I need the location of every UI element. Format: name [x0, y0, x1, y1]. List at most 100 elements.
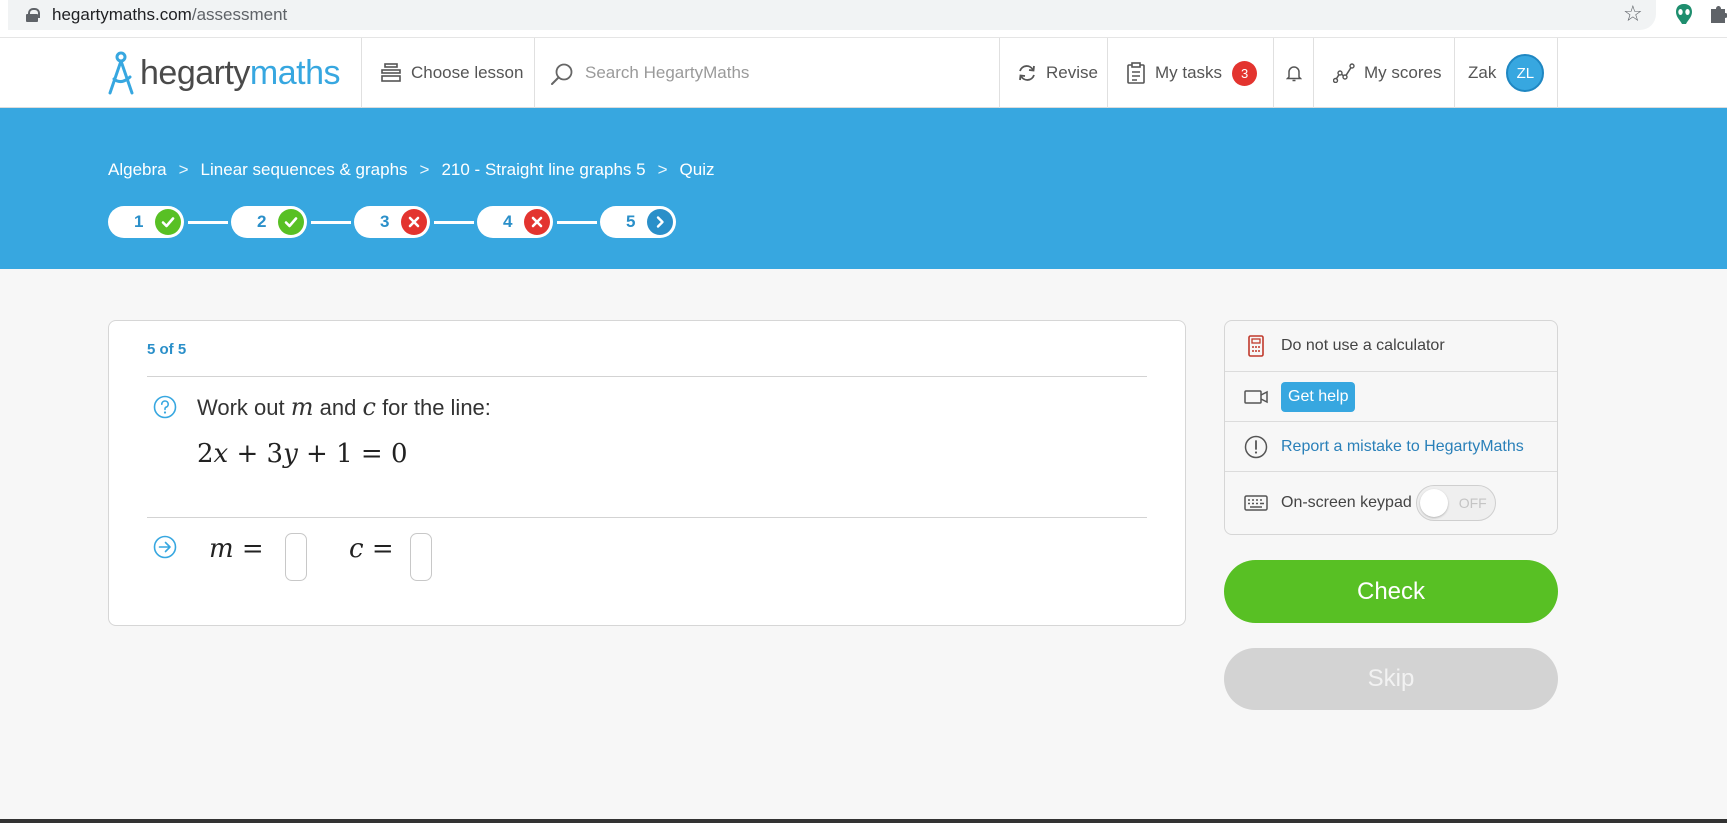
breadcrumb-separator: > [178, 160, 189, 179]
tasks-count-badge: 3 [1232, 60, 1258, 86]
nav-divider [1273, 38, 1274, 108]
video-camera-icon [1243, 389, 1269, 405]
breadcrumb: Algebra > Linear sequences & graphs > 21… [108, 160, 715, 180]
calculator-icon [1243, 335, 1269, 357]
extension-alien-icon[interactable] [1674, 3, 1694, 25]
breadcrumb-linear-sequences[interactable]: Linear sequences & graphs [201, 160, 408, 180]
answer-m-label: m = [209, 534, 264, 564]
bookmark-star-icon[interactable]: ☆ [1623, 1, 1643, 27]
skip-button[interactable]: Skip [1224, 648, 1558, 710]
scores-graph-icon [1333, 63, 1355, 83]
choose-lesson-button[interactable]: Choose lesson [380, 38, 523, 108]
answer-c-label: c = [349, 534, 394, 564]
hegartymaths-logo[interactable]: hegartymaths [106, 50, 341, 96]
line-equation: 2x + 3y + 1 = 0 [197, 439, 408, 469]
step-1[interactable]: 1 [108, 206, 184, 238]
nav-divider [999, 38, 1000, 108]
compass-logo-icon [108, 51, 134, 95]
get-help-button[interactable]: Get help [1281, 381, 1356, 412]
answer-m-input[interactable] [285, 533, 307, 581]
step-connector [434, 221, 474, 224]
step-4[interactable]: 4 [477, 206, 553, 238]
step-number: 5 [626, 212, 636, 231]
step-connector [188, 221, 228, 224]
window-bottom-edge [0, 819, 1727, 823]
notifications-button[interactable] [1286, 38, 1311, 108]
calculator-notice-text: Do not use a calculator [1281, 337, 1445, 354]
step-number: 1 [134, 212, 144, 231]
keypad-toggle[interactable]: OFF [1415, 485, 1496, 521]
quiz-banner: Algebra > Linear sequences & graphs > 21… [0, 108, 1727, 269]
refresh-icon [1019, 65, 1035, 81]
question-card: 5 of 5 Work out m and c for the line: 2x… [108, 320, 1186, 626]
step-3[interactable]: 3 [354, 206, 430, 238]
check-icon [155, 209, 181, 235]
url-host: hegartymaths.com [52, 5, 192, 24]
breadcrumb-separator: > [657, 160, 668, 179]
cross-icon [524, 209, 550, 235]
step-connector [557, 221, 597, 224]
avatar: ZL [1506, 54, 1545, 92]
question-progress: 5 of 5 [147, 341, 187, 358]
report-mistake-link[interactable]: Report a mistake to HegartyMaths [1281, 438, 1524, 456]
step-number: 3 [380, 212, 390, 231]
help-panel: Do not use a calculator Get help Report … [1224, 320, 1558, 535]
nav-divider [1107, 38, 1108, 108]
site-header: hegartymaths Choose lesson Revise My tas… [0, 38, 1727, 108]
my-tasks-button[interactable]: My tasks 3 [1126, 38, 1258, 108]
chevron-right-icon [647, 209, 673, 235]
check-icon [278, 209, 304, 235]
user-menu-button[interactable]: Zak ZL [1468, 38, 1545, 108]
search-input[interactable] [585, 58, 985, 88]
step-number: 2 [257, 212, 267, 231]
report-mistake-row: Report a mistake to HegartyMaths [1225, 421, 1557, 471]
nav-divider [1313, 38, 1314, 108]
address-bar[interactable]: hegartymaths.com/assessment [8, 0, 1656, 30]
revise-label: Revise [1046, 63, 1098, 82]
question-icon [153, 395, 177, 419]
variable-m: m [290, 393, 314, 421]
check-button[interactable]: Check [1224, 560, 1558, 623]
keypad-row: On-screen keypad OFF [1225, 471, 1557, 534]
lock-icon[interactable] [26, 8, 40, 22]
user-name: Zak [1468, 63, 1497, 82]
variable-c: c [362, 393, 376, 421]
lesson-stack-icon [381, 63, 401, 82]
step-number: 4 [503, 212, 513, 231]
breadcrumb-algebra[interactable]: Algebra [108, 160, 167, 180]
breadcrumb-lesson[interactable]: 210 - Straight line graphs 5 [441, 160, 645, 180]
breadcrumb-quiz: Quiz [679, 160, 715, 179]
my-tasks-label: My tasks [1155, 63, 1223, 82]
calculator-notice: Do not use a calculator [1225, 321, 1557, 371]
step-2[interactable]: 2 [231, 206, 307, 238]
search-icon[interactable] [550, 62, 574, 86]
keypad-label: On-screen keypad [1281, 494, 1412, 511]
question-prompt: Work out m and c for the line: [197, 393, 491, 421]
exclamation-icon [1243, 435, 1269, 459]
cross-icon [401, 209, 427, 235]
logo-text: hegartymaths [140, 53, 341, 92]
toggle-knob [1419, 489, 1448, 517]
browser-toolbar: hegartymaths.com/assessment ☆ [0, 0, 1727, 38]
answer-arrow-icon [153, 535, 177, 559]
get-help-row: Get help [1225, 371, 1557, 421]
clipboard-icon [1127, 62, 1145, 84]
divider [147, 517, 1147, 518]
nav-divider [1454, 38, 1455, 108]
extensions-puzzle-icon[interactable] [1708, 3, 1727, 25]
my-scores-button[interactable]: My scores [1333, 38, 1441, 108]
url-path: /assessment [191, 5, 288, 24]
answer-c-input[interactable] [410, 533, 432, 581]
choose-lesson-label: Choose lesson [411, 63, 524, 82]
revise-button[interactable]: Revise [1017, 38, 1098, 108]
nav-divider [534, 38, 535, 108]
nav-divider [1557, 38, 1558, 108]
divider [147, 376, 1147, 377]
step-5[interactable]: 5 [600, 206, 676, 238]
toggle-state: OFF [1458, 495, 1487, 511]
breadcrumb-separator: > [419, 160, 430, 179]
my-scores-label: My scores [1364, 63, 1442, 82]
bell-icon [1286, 66, 1302, 82]
keyboard-icon [1243, 495, 1269, 511]
step-connector [311, 221, 351, 224]
